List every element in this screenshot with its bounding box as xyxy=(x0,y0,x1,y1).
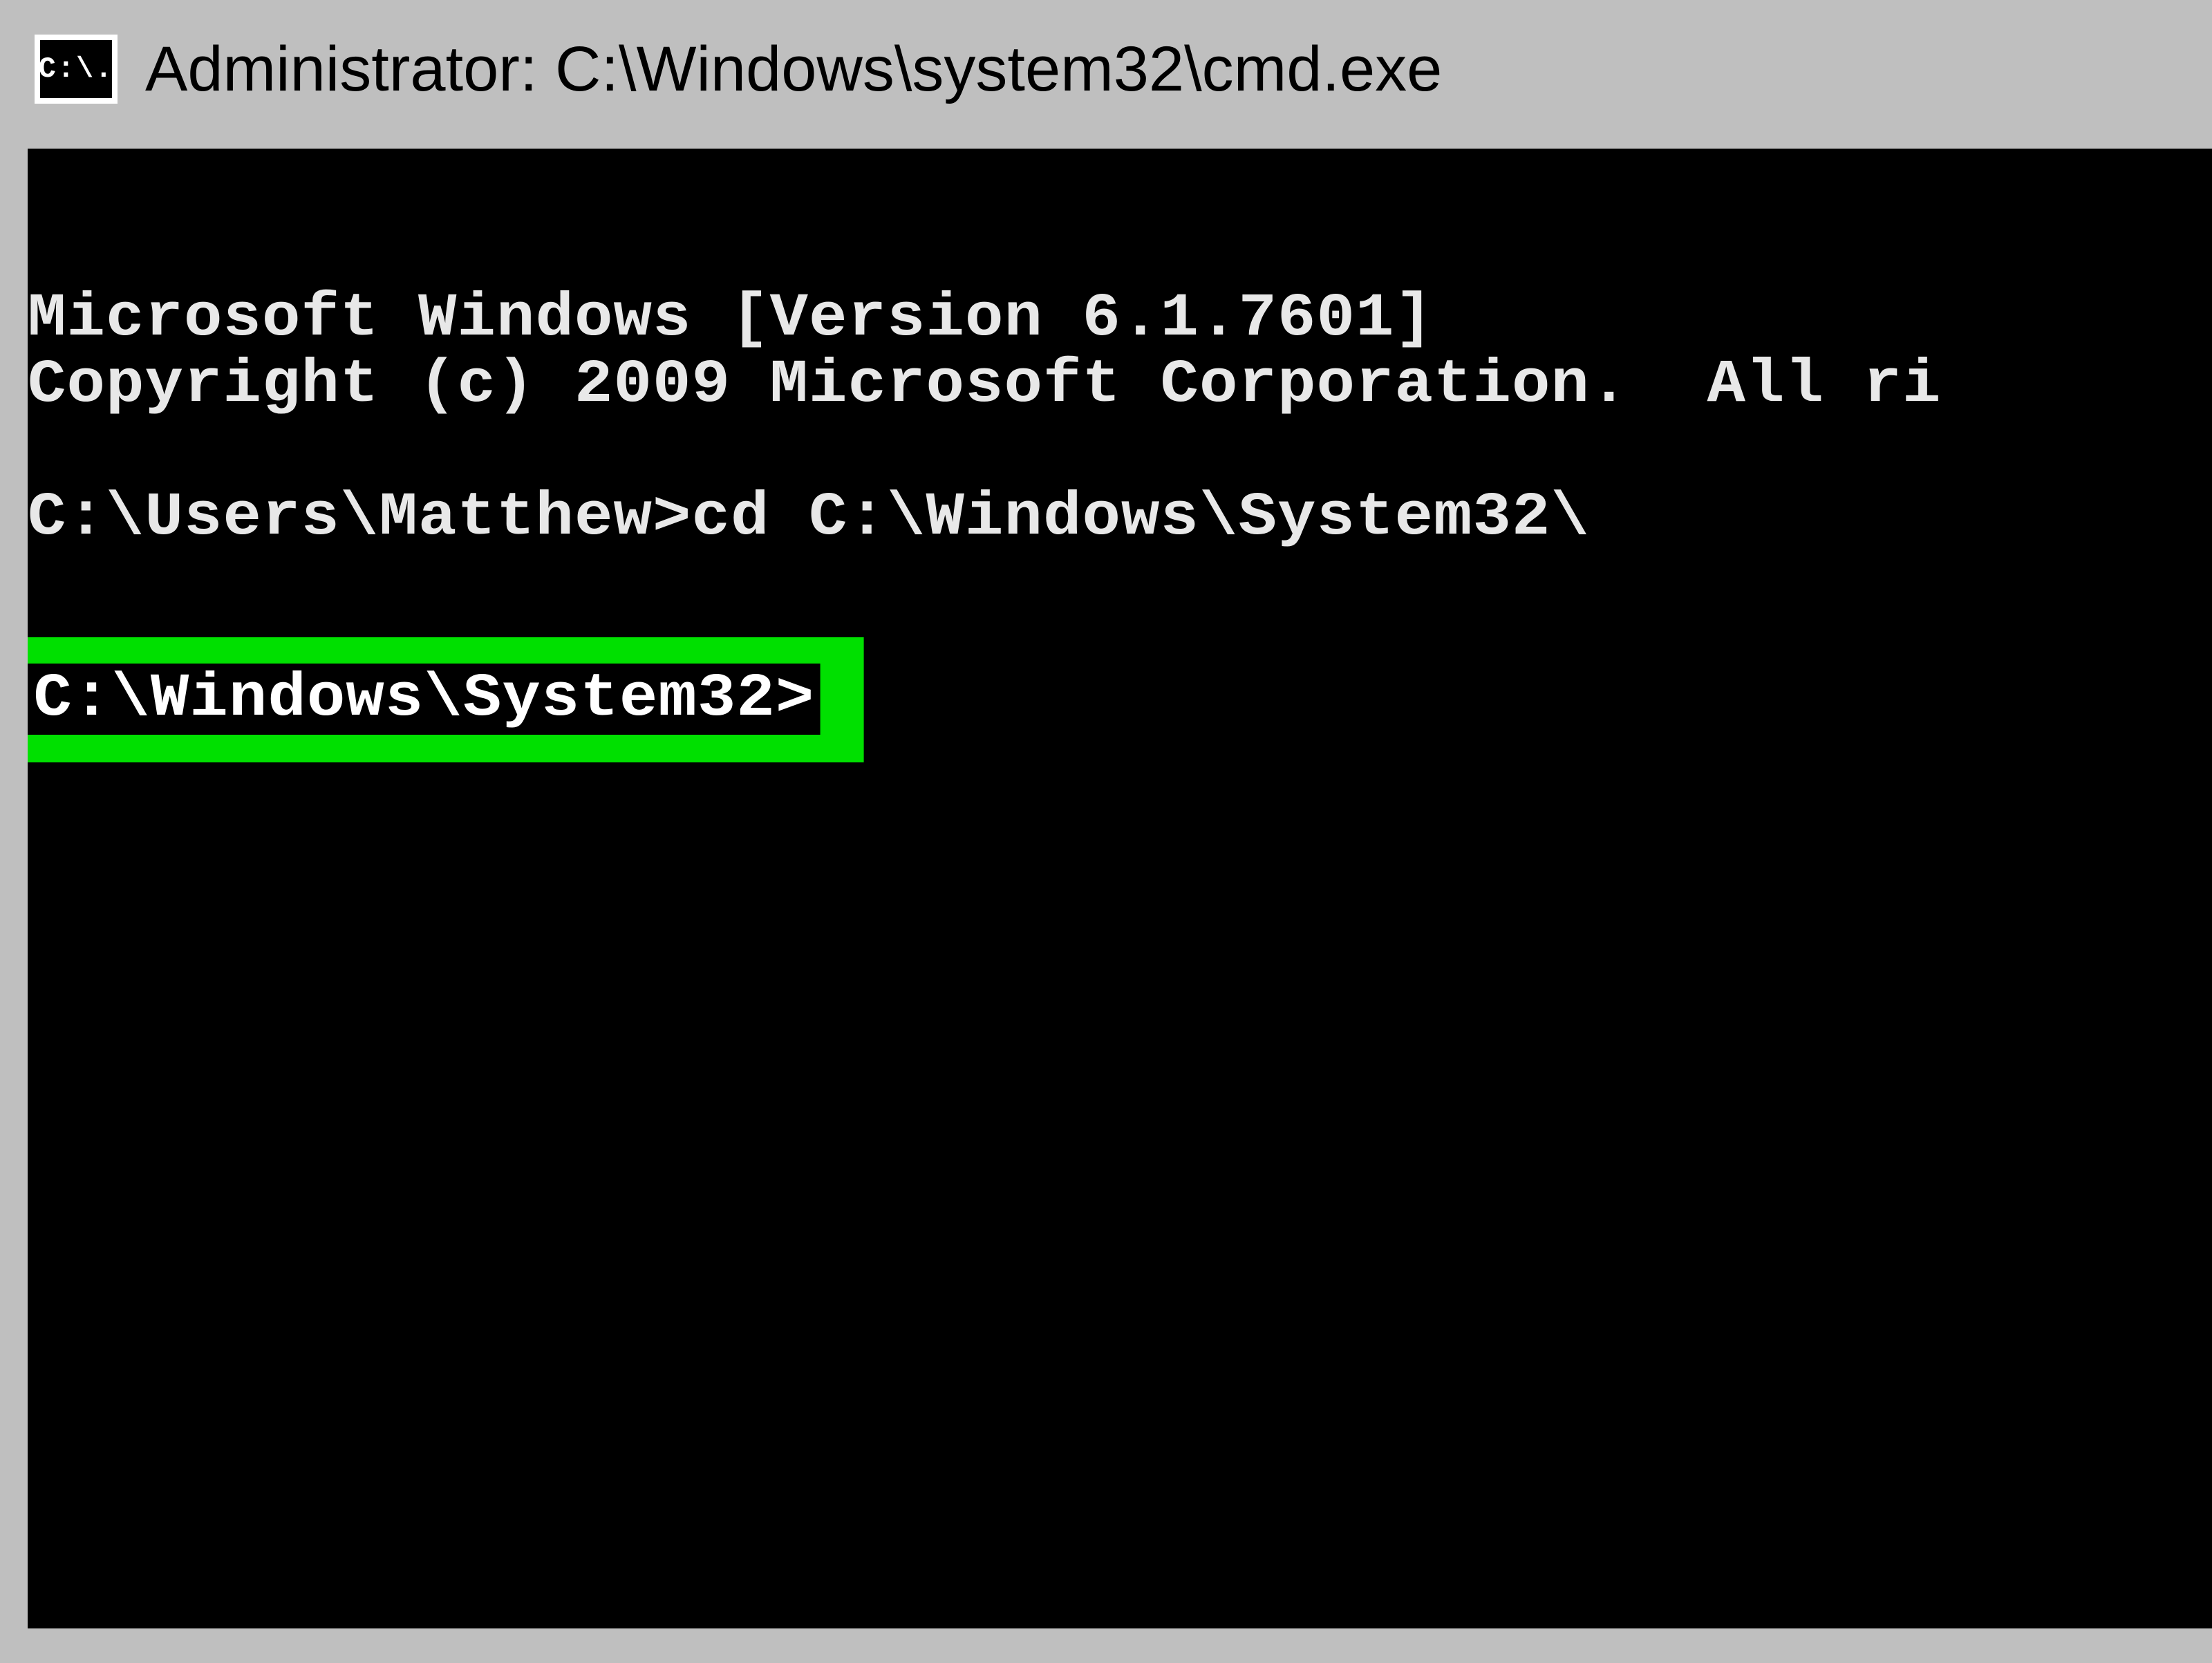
current-prompt: C:\Windows\System32> xyxy=(28,664,821,735)
highlight-annotation: C:\Windows\System32> xyxy=(28,637,864,762)
console-output: Microsoft Windows [Version 6.1.7601]Copy… xyxy=(28,149,2212,752)
window-title: Administrator: C:\Windows\system32\cmd.e… xyxy=(145,33,1442,106)
blank-line xyxy=(28,420,2212,485)
copyright-line: Copyright (c) 2009 Microsoft Corporation… xyxy=(28,353,2212,420)
blank-line xyxy=(28,552,2212,618)
cmd-icon: C:\. xyxy=(35,35,118,104)
command-line: C:\Users\Matthew>cd C:\Windows\System32\ xyxy=(28,485,2212,552)
version-line: Microsoft Windows [Version 6.1.7601] xyxy=(28,286,2212,353)
console-area[interactable]: Microsoft Windows [Version 6.1.7601]Copy… xyxy=(28,149,2212,1628)
cmd-icon-label: C:\. xyxy=(39,53,114,86)
titlebar[interactable]: C:\. Administrator: C:\Windows\system32\… xyxy=(0,0,2212,138)
cmd-window: C:\. Administrator: C:\Windows\system32\… xyxy=(0,0,2212,1663)
